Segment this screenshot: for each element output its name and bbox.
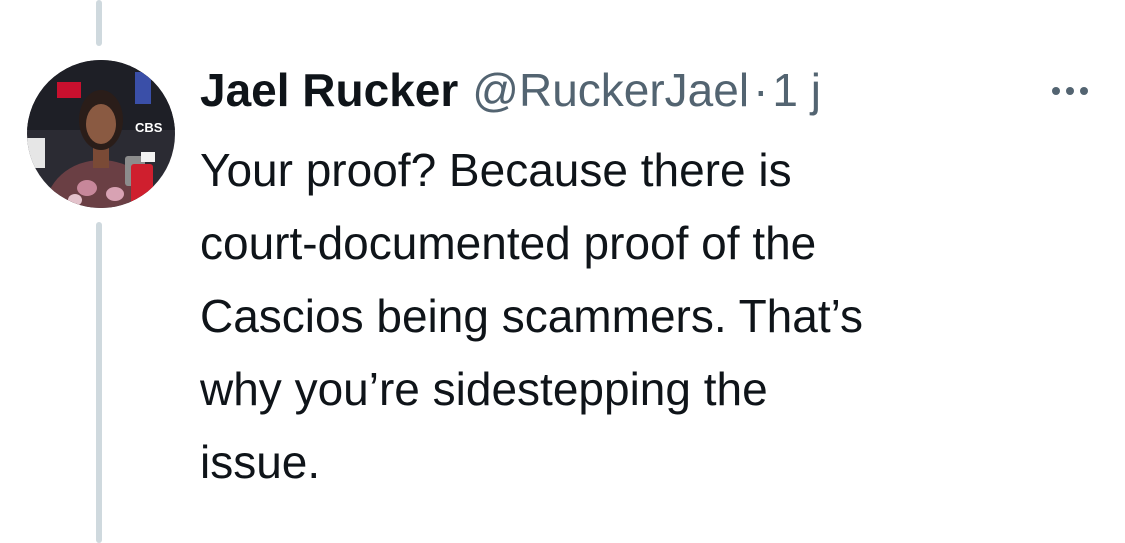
avatar[interactable]: CBS — [27, 60, 175, 208]
separator-dot: · — [753, 64, 769, 116]
svg-text:CBS: CBS — [135, 120, 163, 135]
tweet-header: Jael Rucker @RuckerJael · 1 j — [200, 58, 821, 122]
more-options-button[interactable] — [1046, 76, 1094, 106]
display-name[interactable]: Jael Rucker — [200, 58, 458, 122]
thread-line-bottom — [96, 222, 102, 543]
more-horizontal-icon — [1052, 87, 1088, 95]
user-handle[interactable]: @RuckerJael — [472, 58, 749, 122]
thread-line-top — [96, 0, 102, 46]
avatar-image: CBS — [27, 60, 175, 208]
timestamp[interactable]: 1 j — [772, 58, 821, 122]
tweet-text: Your proof? Because there is court-docum… — [200, 144, 864, 488]
